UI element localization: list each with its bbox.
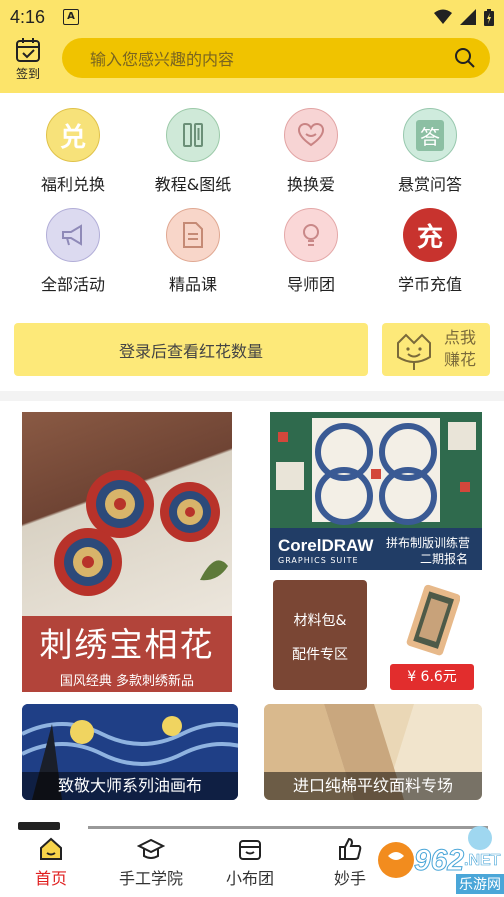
- quilt-image: [270, 412, 482, 528]
- tab-home-label: 首页: [34, 869, 67, 888]
- tab-home[interactable]: 首页: [1, 836, 101, 889]
- grid-label: 全部活动: [40, 275, 105, 294]
- oil-canvas-caption: 致敬大师系列油画布: [22, 772, 238, 800]
- product-price-card[interactable]: ¥ 6.6元: [380, 580, 485, 692]
- search-icon[interactable]: [454, 47, 476, 69]
- grid-item-premium-courses[interactable]: 精品课: [138, 208, 248, 295]
- coreldraw-course: 拼布制版训练营: [386, 536, 471, 550]
- embroidery-caption: 刺绣宝相花 国风经典 多款刺绣新品: [22, 616, 232, 692]
- status-bar: 4:16 A: [0, 0, 504, 34]
- coreldraw-signup: 二期报名: [420, 552, 469, 566]
- search-input[interactable]: 输入您感兴趣的内容: [62, 38, 490, 78]
- graduation-cap-icon: [137, 838, 165, 859]
- grid-item-swap-love[interactable]: 换换爱: [256, 108, 366, 195]
- grid-label: 换换爱: [286, 175, 335, 194]
- grid-label: 教程&图纸: [154, 175, 232, 194]
- grid-item-tutorials[interactable]: 教程&图纸: [138, 108, 248, 195]
- watermark-suffix: .NET: [464, 852, 501, 870]
- material-line-1: 材料包&: [293, 613, 347, 629]
- coreldraw-suite: GRAPHICS SUITE: [278, 556, 359, 565]
- material-line-2: 配件专区: [292, 647, 348, 663]
- basket-icon: [239, 840, 261, 860]
- grid-label: 精品课: [168, 275, 217, 294]
- embroidery-subtitle: 国风经典 多款刺绣新品: [59, 674, 195, 689]
- watermark-sub: 乐游网: [456, 874, 504, 894]
- header: 4:16 A 签到 输入您感兴趣的内容: [0, 0, 504, 93]
- grid-item-coin-recharge[interactable]: 充 学币充值: [375, 208, 485, 295]
- cotton-fabric-banner[interactable]: 进口纯棉平纹面料专场: [264, 704, 482, 800]
- flower-face-icon: [397, 333, 431, 370]
- embroidery-banner[interactable]: 刺绣宝相花 国风经典 多款刺绣新品: [22, 412, 232, 692]
- grid-label: 福利兑换: [40, 175, 105, 194]
- heart-icon: [284, 108, 338, 162]
- ruler-icon: [166, 108, 220, 162]
- recharge-icon: 充: [403, 208, 457, 262]
- wifi-icon: [434, 9, 452, 24]
- search-placeholder: 输入您感兴趣的内容: [90, 50, 235, 69]
- watermark-logo: 962 .NET 乐游网: [372, 820, 504, 897]
- login-prompt-text: 登录后查看红花数量: [118, 341, 263, 361]
- grid-item-mentor-team[interactable]: 导师团: [256, 208, 366, 295]
- watermark-number: 962: [413, 844, 465, 878]
- cotton-caption: 进口纯棉平纹面料专场: [264, 772, 482, 800]
- grid-label: 导师团: [286, 275, 335, 294]
- tab-cloth-group[interactable]: 小布团: [200, 836, 300, 889]
- earn-line-2: 赚花: [444, 350, 477, 369]
- tab-craft-academy-label: 手工学院: [118, 869, 183, 888]
- embroidery-flower-image: [54, 470, 228, 596]
- grid-item-all-activities[interactable]: 全部活动: [18, 208, 128, 295]
- exchange-icon: 兑: [46, 108, 100, 162]
- notification-badge: A: [63, 9, 80, 25]
- coreldraw-banner[interactable]: CorelDRAW GRAPHICS SUITE 拼布制版训练营 二期报名: [270, 412, 482, 570]
- tab-craft-academy[interactable]: 手工学院: [101, 836, 201, 889]
- coreldraw-band: CorelDRAW GRAPHICS SUITE 拼布制版训练营 二期报名: [270, 528, 482, 570]
- calendar-check-icon: [16, 38, 40, 62]
- home-icon: [40, 837, 62, 860]
- megaphone-icon: [46, 208, 100, 262]
- embroidery-title: 刺绣宝相花: [39, 625, 215, 664]
- checkin-label: 签到: [15, 67, 40, 81]
- earn-line-1: 点我: [444, 328, 477, 347]
- checkin-button[interactable]: 签到: [10, 36, 46, 86]
- battery-icon: [484, 8, 494, 26]
- coreldraw-brand: CorelDRAW: [278, 536, 374, 555]
- signal-icon: [460, 9, 476, 25]
- tab-cloth-group-label: 小布团: [225, 869, 274, 888]
- oil-canvas-banner[interactable]: 致敬大师系列油画布: [22, 704, 238, 800]
- grid-label: 学币充值: [397, 275, 462, 294]
- grid-label: 悬赏问答: [397, 175, 462, 194]
- earn-flowers-button[interactable]: 点我 赚花: [382, 323, 490, 376]
- lightbulb-icon: [284, 208, 338, 262]
- answer-icon: 答: [403, 108, 457, 162]
- login-prompt-bar[interactable]: 登录后查看红花数量: [14, 323, 368, 376]
- frame-product-image: [406, 584, 460, 656]
- material-pack-banner[interactable]: 材料包& 配件专区: [273, 580, 367, 690]
- price-tag: ¥ 6.6元: [390, 664, 474, 690]
- status-time: 4:16: [10, 6, 46, 27]
- section-divider: [0, 391, 504, 401]
- thumbs-up-icon: [339, 837, 362, 860]
- grid-item-bounty-qa[interactable]: 答 悬赏问答: [375, 108, 485, 195]
- document-icon: [166, 208, 220, 262]
- grid-item-welfare-exchange[interactable]: 兑 福利兑换: [18, 108, 128, 195]
